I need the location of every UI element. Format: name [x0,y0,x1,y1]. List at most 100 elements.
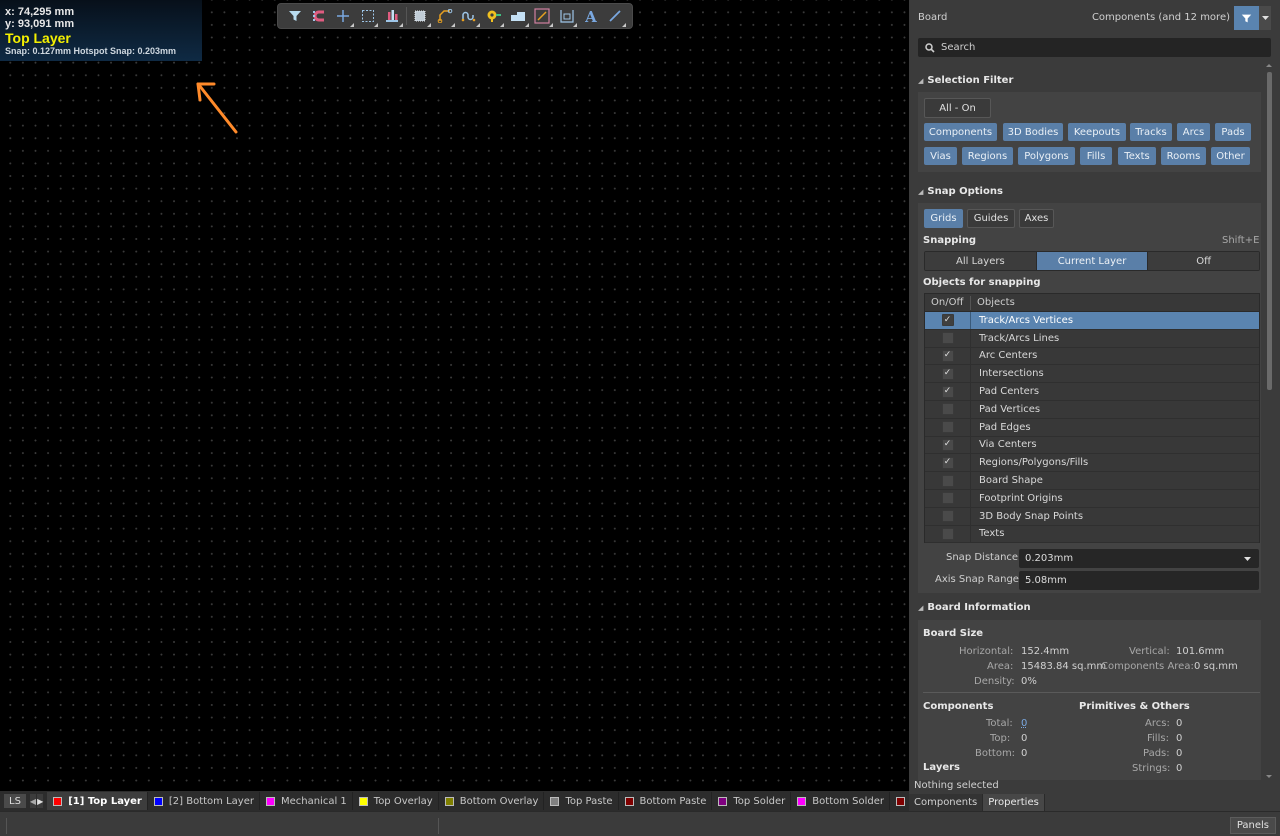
place-component-button[interactable] [410,5,432,27]
column-header-objects[interactable]: Objects [971,297,1015,308]
crosshair-tool-button[interactable] [333,5,355,27]
filter-toggle-tracks[interactable]: Tracks [1130,123,1172,141]
grids-button[interactable]: Grids [924,209,963,228]
table-row[interactable]: Board Shape [925,472,1259,490]
table-row[interactable]: Pad Edges [925,418,1259,437]
layer-tab[interactable]: Bottom Solder [791,792,891,810]
place-via-button[interactable] [483,5,505,27]
board-information-header[interactable]: ◢ Board Information [918,602,1031,613]
checkbox-unchecked[interactable] [941,403,954,416]
filter-icon [1241,14,1252,22]
filter-toggle-rooms[interactable]: Rooms [1161,147,1206,165]
snap-options-header[interactable]: ◢ Snap Options [918,186,1003,197]
table-row[interactable]: ✓ Arc Centers [925,347,1259,366]
all-on-button[interactable]: All - On [924,98,991,118]
place-polygon-button[interactable] [507,5,529,27]
on-off-cell [925,472,971,489]
checkbox-unchecked[interactable] [941,332,954,345]
snapping-all-layers[interactable]: All Layers [925,252,1037,270]
snap-distance-select[interactable]: 0.203mm [1019,549,1259,568]
filter-dropdown-button[interactable] [1259,6,1271,30]
filter-tool-button[interactable] [284,5,305,27]
checkbox-checked[interactable]: ✓ [941,367,954,380]
snapping-off[interactable]: Off [1148,252,1259,270]
table-row[interactable]: Texts [925,525,1259,544]
total-value-link[interactable]: 0 [1021,718,1027,729]
checkbox-checked[interactable]: ✓ [941,385,954,398]
checkbox-unchecked[interactable] [941,492,954,505]
checkbox-unchecked[interactable] [941,474,954,487]
filter-toggle-pads[interactable]: Pads [1215,123,1251,141]
table-row[interactable]: ✓ Track/Arcs Vertices [925,312,1259,330]
panels-button[interactable]: Panels [1229,817,1276,834]
total-label: Total: [986,718,1013,729]
select-tool-button[interactable] [357,5,379,27]
filter-toggle-components[interactable]: Components [924,123,997,141]
layer-prev-button[interactable]: ◀ [29,794,37,808]
chevron-right-icon: ▶ [37,796,44,806]
layer-next-button[interactable]: ▶ [37,794,44,808]
place-keepout-button[interactable] [532,5,553,27]
fills-label: Fills: [1147,733,1169,744]
layer-tab[interactable]: Bottom Overlay [439,792,545,810]
table-row[interactable]: Track/Arcs Lines [925,329,1259,348]
table-row[interactable]: ✓ Regions/Polygons/Fills [925,454,1259,473]
layer-tab[interactable]: [2] Bottom Layer [148,792,260,810]
checkbox-unchecked[interactable] [941,421,954,434]
place-dimension-button[interactable] [556,5,578,27]
filter-toggle-keepouts[interactable]: Keepouts [1068,123,1126,141]
scrollbar-thumb[interactable] [1267,72,1272,390]
selection-filter-header[interactable]: ◢ Selection Filter [918,75,1013,86]
search-box[interactable] [918,38,1271,57]
filter-toggle-other[interactable]: Other [1211,147,1250,165]
filter-toggle-arcs[interactable]: Arcs [1177,123,1210,141]
axis-snap-range-input[interactable]: 5.08mm [1019,571,1259,590]
routing-magnet-button[interactable] [308,5,329,27]
filter-toggle-polygons[interactable]: Polygons [1018,147,1075,165]
filter-toggle-3d-bodies[interactable]: 3D Bodies [1003,123,1063,141]
align-tool-button[interactable] [381,5,403,27]
pcb-canvas[interactable]: x: 74,295 mm y: 93,091 mm Top Layer Snap… [0,0,909,791]
table-row[interactable]: ✓ Intersections [925,365,1259,384]
filter-toggle-regions[interactable]: Regions [962,147,1013,165]
layer-tab[interactable]: Top Overlay [353,792,439,810]
checkbox-unchecked[interactable] [941,510,954,523]
axes-button[interactable]: Axes [1019,209,1054,228]
place-line-button[interactable] [605,5,626,27]
checkbox-unchecked[interactable] [941,527,954,540]
scroll-down-icon[interactable] [1266,775,1272,778]
filter-button[interactable] [1234,6,1259,30]
scroll-up-icon[interactable] [1266,64,1272,67]
layer-tab[interactable]: Drill G [890,792,909,810]
on-off-cell: ✓ [925,454,971,472]
object-name: Regions/Polygons/Fills [979,457,1089,469]
tab-components[interactable]: Components [909,794,984,811]
layer-tab[interactable]: Top Paste [544,792,619,810]
panel-scrollbar[interactable] [1264,64,1274,778]
table-row[interactable]: Footprint Origins [925,489,1259,508]
checkbox-checked[interactable]: ✓ [941,314,954,327]
checkbox-checked[interactable]: ✓ [941,456,954,469]
filter-toggle-vias[interactable]: Vias [924,147,957,165]
filter-toggle-texts[interactable]: Texts [1118,147,1156,165]
search-input[interactable] [941,42,1241,53]
table-row[interactable]: ✓ Via Centers [925,436,1259,455]
guides-button[interactable]: Guides [967,209,1015,228]
tab-properties[interactable]: Properties [983,794,1045,811]
table-row[interactable]: ✓ Pad Centers [925,383,1259,401]
route-track-button[interactable] [434,5,456,27]
checkbox-checked[interactable]: ✓ [941,438,954,451]
diff-pair-button[interactable] [458,5,480,27]
layer-tab[interactable]: Bottom Paste [619,792,713,810]
layer-tab[interactable]: Mechanical 1 [260,792,353,810]
place-text-button[interactable]: A [580,5,601,27]
layer-tab[interactable]: [1] Top Layer [47,792,148,810]
table-row[interactable]: 3D Body Snap Points [925,507,1259,526]
filter-toggle-fills[interactable]: Fills [1080,147,1112,165]
checkbox-checked[interactable]: ✓ [941,349,954,362]
column-header-on-off[interactable]: On/Off [925,295,971,310]
snapping-current-layer[interactable]: Current Layer [1036,252,1149,270]
layer-set-button[interactable]: LS [4,794,26,808]
table-row[interactable]: Pad Vertices [925,400,1259,419]
layer-tab[interactable]: Top Solder [712,792,792,810]
